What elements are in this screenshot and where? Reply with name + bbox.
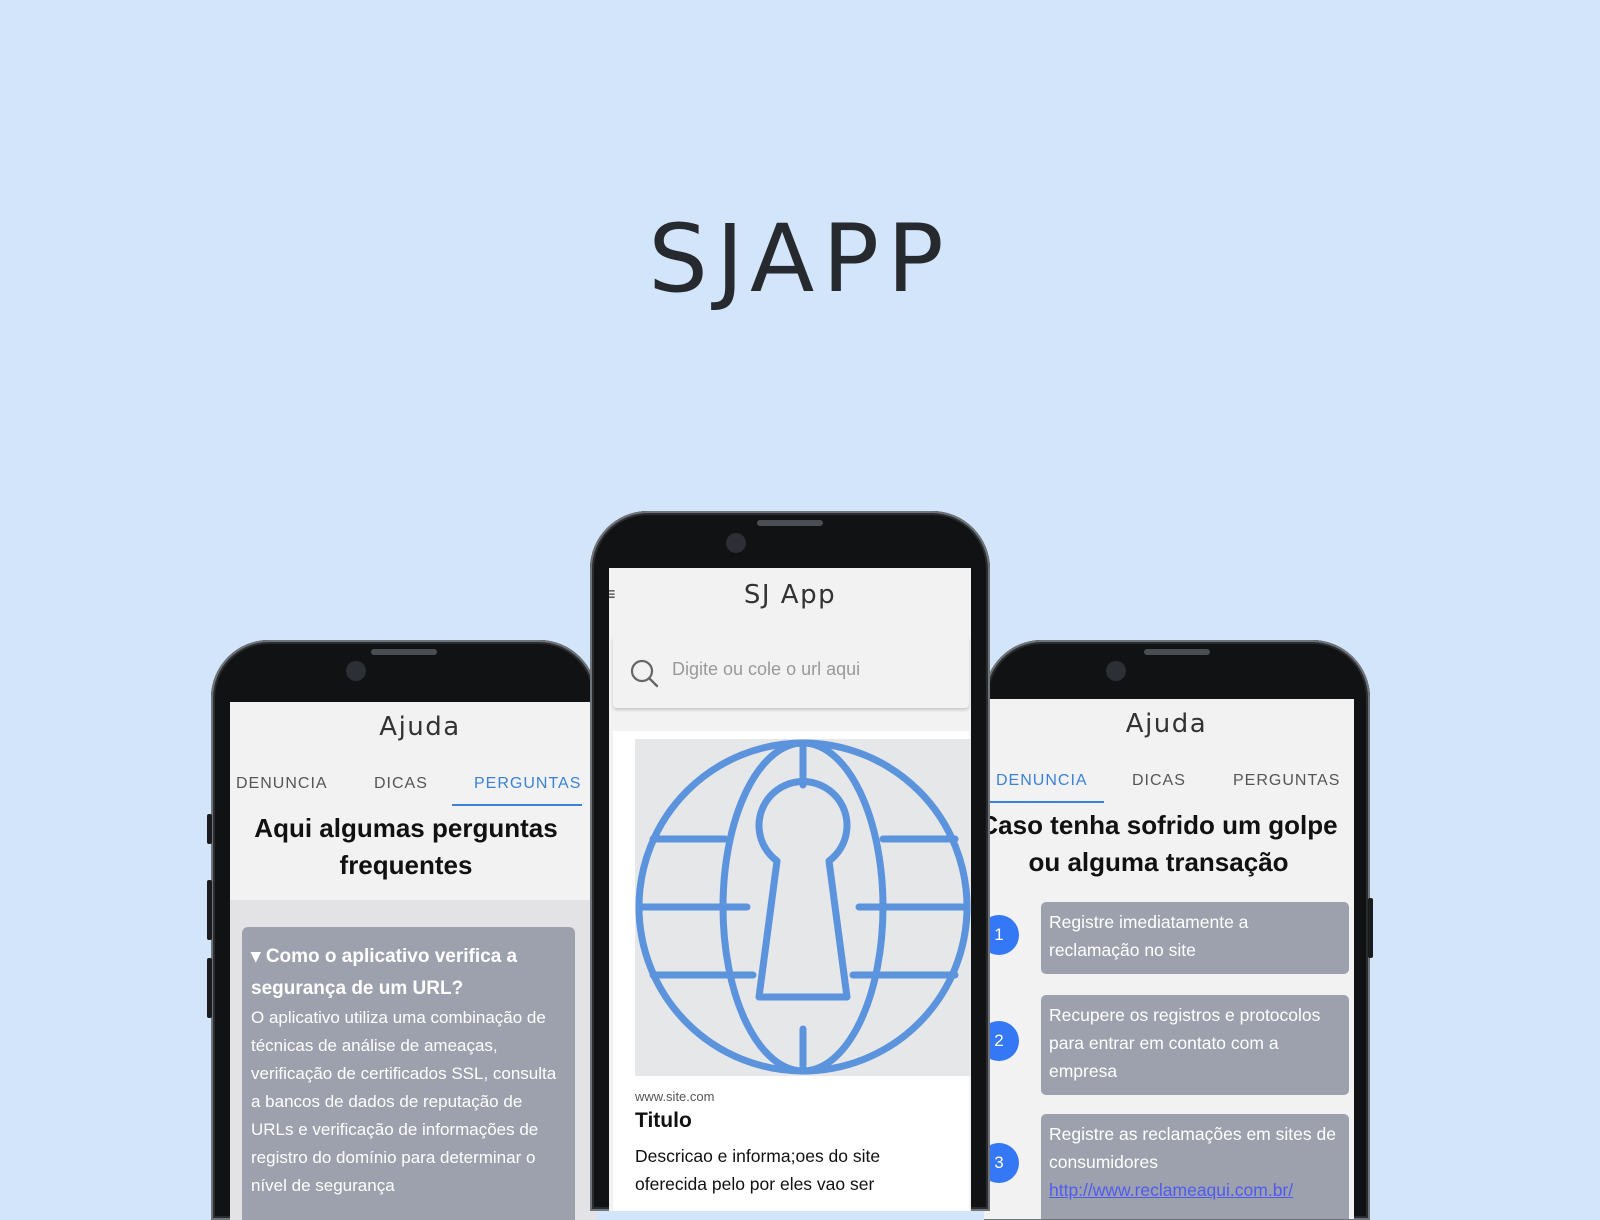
result-title[interactable]: Titulo <box>635 1109 692 1133</box>
front-camera <box>726 533 746 553</box>
tab-denuncia[interactable]: DENUNCIA <box>996 772 1088 790</box>
search-bar[interactable] <box>613 636 969 708</box>
phone-left-button <box>207 814 212 844</box>
tab-perguntas[interactable]: PERGUNTAS <box>1233 772 1340 790</box>
phone-left-button <box>207 880 212 940</box>
step-text-3: Registre as reclamações em sites de cons… <box>1049 1124 1336 1172</box>
earpiece <box>1144 649 1210 655</box>
help-faq-screen: Ajuda DENUNCIA DICAS PERGUNTAS Aqui algu… <box>230 702 597 1220</box>
app-bar-title: Ajuda <box>379 712 461 742</box>
tab-dicas[interactable]: DICAS <box>374 775 428 793</box>
tab-bar: DENUNCIA DICAS PERGUNTAS <box>984 772 1354 812</box>
result-card[interactable]: www.site.com Titulo Descricao e informa;… <box>613 731 971 1211</box>
active-tab-indicator <box>984 801 1104 803</box>
search-icon <box>630 659 659 688</box>
tab-perguntas[interactable]: PERGUNTAS <box>474 775 581 793</box>
reclameaqui-link[interactable]: http://www.reclameaqui.com.br/ <box>1049 1180 1293 1200</box>
url-check-screen: ≡ SJ App Digite ou cole o url aqui www.s… <box>609 568 971 1211</box>
help-report-screen: ≡ Ajuda DENUNCIA DICAS PERGUNTAS Caso te… <box>984 699 1354 1219</box>
page-heading: Caso tenha sofrido um golpe ou alguma tr… <box>984 810 1338 877</box>
phone-right-button <box>1368 898 1373 958</box>
result-description: Descricao e informa;oes do site oferecid… <box>635 1146 881 1194</box>
faq-item[interactable]: ▾ Como o aplicativo verifica a segurança… <box>242 927 575 1220</box>
globe-keyhole-icon <box>635 739 971 1075</box>
hero-title: SJAPP <box>648 205 952 314</box>
result-url[interactable]: www.site.com <box>635 1089 714 1104</box>
tab-denuncia[interactable]: DENUNCIA <box>236 775 328 793</box>
phone-center: ≡ SJ App Digite ou cole o url aqui www.s… <box>590 511 990 1211</box>
faq-answer: O aplicativo utiliza uma combinação de t… <box>251 1008 557 1195</box>
phone-left: Ajuda DENUNCIA DICAS PERGUNTAS Aqui algu… <box>211 640 597 1220</box>
earpiece <box>757 520 823 526</box>
phone-right: ≡ Ajuda DENUNCIA DICAS PERGUNTAS Caso te… <box>984 640 1370 1220</box>
tab-dicas[interactable]: DICAS <box>1132 772 1186 790</box>
tab-bar: DENUNCIA DICAS PERGUNTAS <box>230 775 597 815</box>
result-image <box>635 739 971 1076</box>
front-camera <box>1106 661 1126 681</box>
step-card-2: Recupere os registros e protocolos para … <box>1041 995 1349 1095</box>
page-heading: Aqui algumas perguntas frequentes <box>254 813 558 880</box>
url-search-input[interactable] <box>670 658 954 681</box>
active-tab-indicator <box>452 804 582 806</box>
app-bar-title: SJ App <box>743 580 837 610</box>
earpiece <box>371 649 437 655</box>
step-card-3: Registre as reclamações em sites de cons… <box>1041 1114 1349 1219</box>
front-camera <box>346 661 366 681</box>
step-card-1: Registre imediatamente a reclamação no s… <box>1041 902 1349 974</box>
faq-question[interactable]: ▾ Como o aplicativo verifica a segurança… <box>251 941 569 1005</box>
app-bar-title: Ajuda <box>1125 709 1208 739</box>
phone-left-button <box>207 958 212 1018</box>
